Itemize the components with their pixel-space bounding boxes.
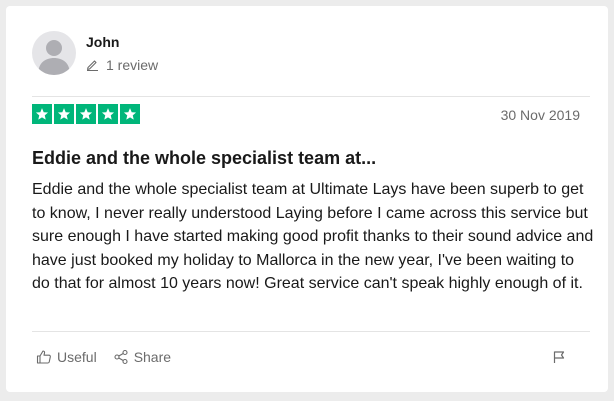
footer-divider — [32, 331, 590, 332]
useful-label: Useful — [57, 349, 97, 365]
review-text: Eddie and the whole specialist team at U… — [32, 181, 594, 292]
review-title[interactable]: Eddie and the whole specialist team at..… — [32, 146, 376, 170]
star-icon — [54, 104, 74, 124]
thumbs-up-icon — [36, 349, 52, 365]
reviewer-meta: John 1 review — [86, 33, 158, 74]
pencil-icon — [86, 58, 99, 71]
star-icon — [76, 104, 96, 124]
header-divider — [32, 96, 590, 97]
user-silhouette-icon — [38, 40, 70, 75]
review-card: John 1 review 30 Nov 2019 Eddie and the … — [6, 6, 608, 392]
share-button[interactable]: Share — [113, 348, 171, 366]
useful-button[interactable]: Useful — [36, 348, 97, 366]
reviewer-name[interactable]: John — [86, 33, 158, 51]
star-rating — [32, 104, 140, 124]
star-icon — [120, 104, 140, 124]
flag-icon — [552, 350, 566, 369]
review-count: 1 review — [86, 56, 158, 74]
review-count-label: 1 review — [106, 56, 159, 73]
share-icon — [113, 349, 129, 365]
flag-button[interactable] — [552, 350, 566, 369]
share-label: Share — [133, 349, 172, 365]
star-icon — [32, 104, 52, 124]
avatar[interactable] — [32, 31, 76, 75]
star-icon — [98, 104, 118, 124]
review-actions: Useful Share — [36, 348, 171, 366]
reviewer-header: John 1 review — [32, 28, 158, 78]
review-date: 30 Nov 2019 — [500, 107, 580, 123]
